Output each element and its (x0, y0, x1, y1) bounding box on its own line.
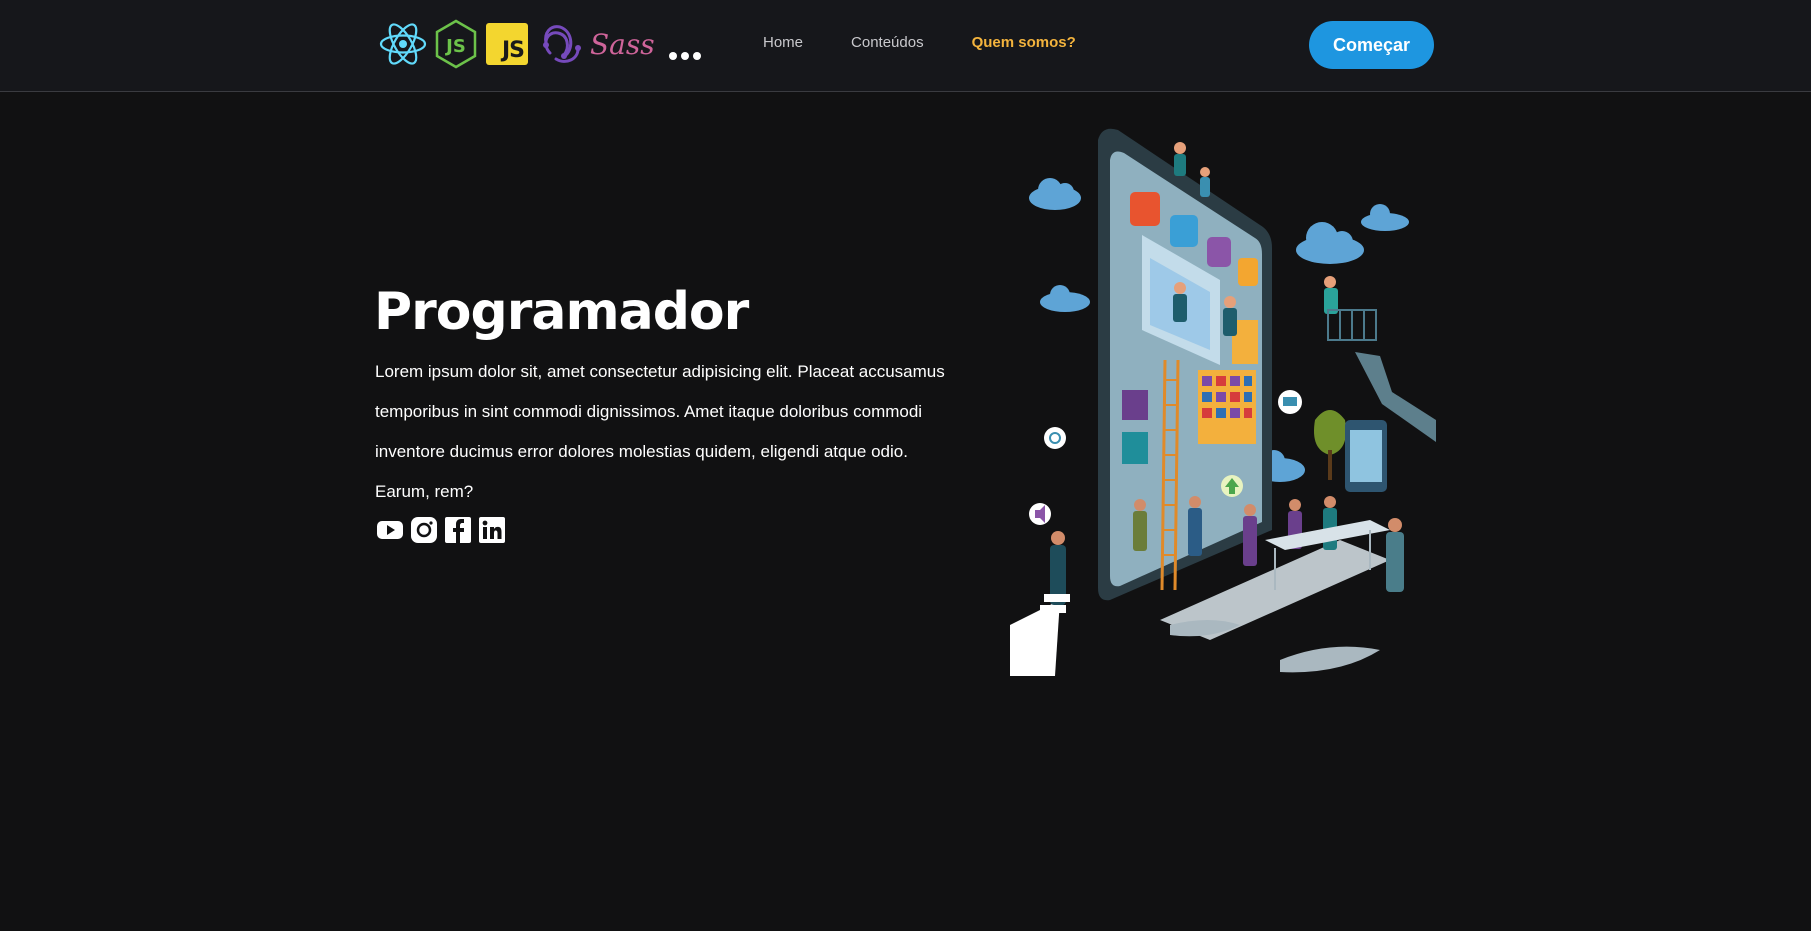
youtube-icon[interactable] (376, 516, 404, 544)
javascript-logo-icon: JS (486, 23, 528, 65)
nav-link-conteudos[interactable]: Conteúdos (851, 34, 924, 51)
facebook-icon[interactable] (444, 516, 472, 544)
site-header: JS JS Sass Home Conteúdos Quem somos? Co… (0, 0, 1811, 92)
nodejs-logo-icon: JS (435, 19, 477, 69)
linkedin-icon[interactable] (478, 516, 506, 544)
react-logo-icon (379, 23, 427, 65)
javascript-logo-label: JS (501, 38, 525, 63)
sass-logo-icon: Sass (590, 27, 655, 61)
nav-link-home[interactable]: Home (763, 34, 803, 51)
hero-illustration (1010, 128, 1436, 676)
more-dots-icon (668, 52, 701, 60)
hero-description: Lorem ipsum dolor sit, amet consectetur … (375, 362, 945, 501)
comecar-button[interactable]: Começar (1309, 21, 1434, 69)
nav-link-quem-somos[interactable]: Quem somos? (972, 34, 1076, 51)
social-links (376, 516, 506, 544)
hero-title: Programador (374, 282, 749, 342)
instagram-icon[interactable] (410, 516, 438, 544)
tech-logos: JS JS Sass (378, 14, 701, 74)
main-nav: Home Conteúdos Quem somos? (763, 34, 1076, 51)
redux-logo-icon (543, 25, 581, 63)
svg-text:JS: JS (444, 36, 466, 57)
